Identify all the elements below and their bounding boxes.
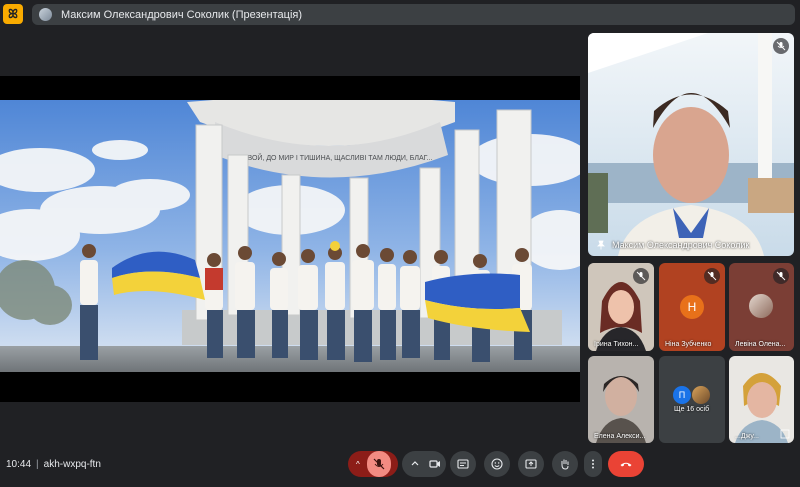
- present-now-button[interactable]: [518, 451, 544, 477]
- participant-tile[interactable]: Н Ніна Зубченко: [659, 263, 725, 351]
- meeting-info-separator: |: [36, 459, 39, 470]
- presentation-banner[interactable]: Максим Олександрович Соколик (Презентаці…: [32, 4, 795, 25]
- bottom-bar: 10:44 | akh-wxpq-ftn ^: [0, 445, 800, 487]
- participant-tile[interactable]: ...Джу...: [729, 356, 794, 443]
- camera-icon: [429, 460, 440, 468]
- hand-icon: [561, 459, 569, 470]
- microphone-control[interactable]: ^: [348, 451, 398, 477]
- top-bar: ꕤ Максим Олександрович Соколик (Презента…: [0, 0, 800, 30]
- present-screen-icon: [525, 459, 537, 469]
- meet-app-logo[interactable]: ꕤ: [3, 4, 23, 24]
- featured-participant-tile[interactable]: Максим Олександрович Соколик: [588, 33, 794, 256]
- presentation-video-frame: ...СЛАВОЙ, ДО МИР І ТИШИНА, ЩАСЛИВІ ТАМ …: [0, 100, 580, 372]
- participant-avatar: [692, 386, 710, 404]
- participant-tile[interactable]: Левіна Олена...: [729, 263, 794, 351]
- mic-off-icon: [633, 268, 649, 284]
- featured-mic-off-icon: [773, 38, 789, 54]
- mic-off-icon: [773, 268, 789, 284]
- rotunda-inscription: ...СЛАВОЙ, ДО МИР І ТИШИНА, ЩАСЛИВІ ТАМ …: [228, 153, 433, 162]
- featured-participant-name: Максим Олександрович Соколик: [612, 240, 750, 250]
- app-logo-glyph: ꕤ: [8, 6, 18, 21]
- participant-name: Ніна Зубченко: [665, 341, 712, 348]
- camera-control[interactable]: [402, 451, 446, 477]
- presenter-avatar: [39, 8, 52, 21]
- participant-name: Елена Алекси...: [594, 433, 646, 440]
- participant-avatar: [749, 294, 773, 318]
- more-participants-tile[interactable]: П Ще 16 осіб: [659, 356, 725, 443]
- more-participants-count: Ще 16 осіб: [674, 406, 710, 413]
- meeting-time: 10:44: [6, 459, 32, 470]
- participant-avatar: П: [673, 386, 691, 404]
- captions-button[interactable]: [450, 451, 476, 477]
- meeting-info: 10:44 | akh-wxpq-ftn: [6, 459, 101, 470]
- fullscreen-icon[interactable]: [780, 429, 790, 439]
- hang-up-icon: [620, 462, 632, 467]
- mic-off-icon: [373, 458, 385, 470]
- microphone-options-icon[interactable]: ^: [356, 460, 360, 469]
- more-vert-icon: [592, 459, 594, 469]
- participant-avatar: Н: [680, 295, 704, 319]
- emoji-icon: [491, 458, 503, 470]
- reactions-button[interactable]: [484, 451, 510, 477]
- mic-off-icon: [704, 268, 720, 284]
- chevron-up-icon[interactable]: [408, 457, 422, 471]
- captions-icon: [457, 459, 469, 469]
- more-options-button[interactable]: [584, 451, 602, 477]
- featured-participant-video: [588, 33, 794, 256]
- presentation-stage[interactable]: ...СЛАВОЙ, ДО МИР І ТИШИНА, ЩАСЛИВІ ТАМ …: [0, 76, 580, 402]
- participant-tile[interactable]: Ірина Тихон...: [588, 263, 654, 351]
- participant-video: [588, 356, 654, 443]
- participant-name: Левіна Олена...: [735, 341, 786, 348]
- meeting-code[interactable]: akh-wxpq-ftn: [44, 459, 101, 470]
- microphone-mute-button[interactable]: [366, 451, 391, 477]
- participant-tile[interactable]: Елена Алекси...: [588, 356, 654, 443]
- participant-name: Ірина Тихон...: [594, 341, 639, 348]
- raise-hand-button[interactable]: [552, 451, 578, 477]
- leave-call-button[interactable]: [608, 451, 644, 477]
- pin-icon[interactable]: [596, 240, 606, 250]
- participant-name: ...Джу...: [735, 433, 759, 440]
- presentation-banner-text: Максим Олександрович Соколик (Презентаці…: [61, 8, 303, 21]
